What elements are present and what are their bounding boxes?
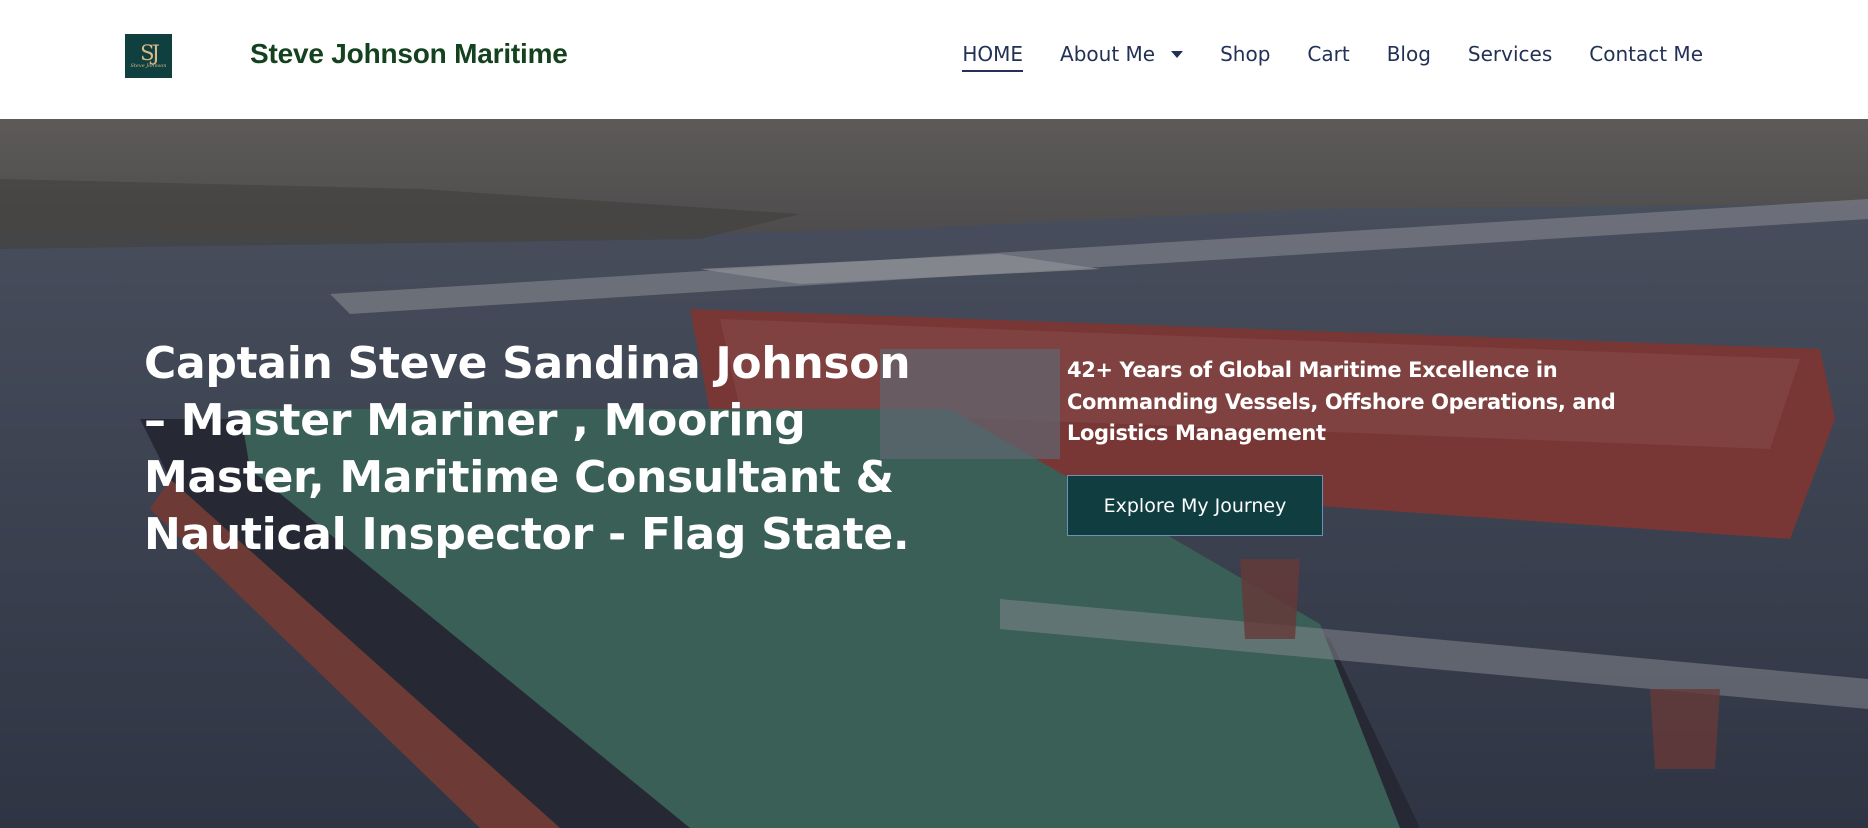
- main-nav: HOME About Me Shop Cart Blog Services Co…: [962, 42, 1703, 72]
- nav-home[interactable]: HOME: [962, 42, 1023, 72]
- nav-contact-me[interactable]: Contact Me: [1589, 42, 1703, 66]
- nav-shop[interactable]: Shop: [1220, 42, 1270, 66]
- logo[interactable]: SJ Steve Johnson: [125, 34, 172, 78]
- nav-about-me[interactable]: About Me: [1060, 42, 1184, 66]
- logo-monogram: SJ: [140, 41, 160, 65]
- site-title[interactable]: Steve Johnson Maritime: [250, 38, 568, 70]
- caret-down-icon[interactable]: [1171, 50, 1184, 58]
- nav-cart[interactable]: Cart: [1307, 42, 1349, 66]
- hero-heading: Captain Steve Sandina Johnson – Master M…: [144, 338, 911, 560]
- nav-services[interactable]: Services: [1468, 42, 1552, 66]
- nav-about-me-label: About Me: [1060, 42, 1156, 66]
- hero-tagline: 42+ Years of Global Maritime Excellence …: [1067, 358, 1616, 445]
- logo-signature: Steve Johnson: [130, 63, 167, 69]
- site-header: SJ Steve Johnson Steve Johnson Maritime …: [0, 0, 1868, 119]
- hero-section: Captain Steve Sandina Johnson – Master M…: [0, 119, 1868, 828]
- nav-blog[interactable]: Blog: [1387, 42, 1431, 66]
- explore-my-journey-button[interactable]: Explore My Journey: [1067, 475, 1323, 536]
